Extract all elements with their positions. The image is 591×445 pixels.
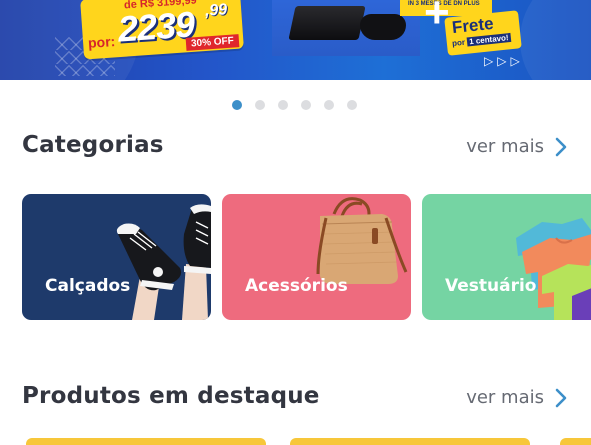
category-carousel[interactable]: Calçados Acessórios Vestuário xyxy=(22,194,591,320)
banner-decoration xyxy=(520,0,591,80)
price-cents: ,99 xyxy=(204,1,228,20)
controller-image xyxy=(360,14,406,40)
chevron-right-icon[interactable] xyxy=(552,137,570,157)
carousel-dot-4[interactable] xyxy=(301,100,311,110)
categories-header: Categorias ver mais xyxy=(22,132,574,162)
category-label: Calçados xyxy=(45,276,131,296)
section-title: Categorias xyxy=(22,132,164,158)
category-card-clothing[interactable]: Vestuário xyxy=(422,194,591,320)
carousel-dot-3[interactable] xyxy=(278,100,288,110)
see-more-link[interactable]: ver mais xyxy=(466,387,544,408)
carousel-dot-1[interactable] xyxy=(232,100,242,110)
category-card-accessories[interactable]: Acessórios xyxy=(222,194,411,320)
tshirts-image xyxy=(516,218,591,320)
section-title: Produtos em destaque xyxy=(22,383,320,409)
category-card-shoes[interactable]: Calçados xyxy=(22,194,211,320)
chevron-right-icon[interactable] xyxy=(552,388,570,408)
product-card[interactable] xyxy=(290,438,530,445)
carousel-dots xyxy=(232,100,357,110)
sneakers-image xyxy=(116,204,211,320)
price-prefix: por: xyxy=(87,33,116,51)
category-label: Acessórios xyxy=(245,276,348,296)
product-card[interactable] xyxy=(560,438,591,445)
featured-header: Produtos em destaque ver mais xyxy=(22,383,574,413)
category-label: Vestuário xyxy=(445,276,537,296)
price-value: 2239 xyxy=(116,3,196,50)
handbag-image xyxy=(316,197,408,284)
shipping-sub-a: por xyxy=(451,37,466,49)
promo-banner[interactable]: de R$ 3199,99 por: 2239 ,99 30% OFF IN 3… xyxy=(0,0,591,80)
carousel-dot-6[interactable] xyxy=(347,100,357,110)
carousel-dot-2[interactable] xyxy=(255,100,265,110)
product-card[interactable] xyxy=(26,438,266,445)
carousel-dot-5[interactable] xyxy=(324,100,334,110)
arrows-icon: ▷▷▷ xyxy=(484,54,524,68)
game-console-image xyxy=(288,6,366,40)
see-more-link[interactable]: ver mais xyxy=(466,136,544,157)
